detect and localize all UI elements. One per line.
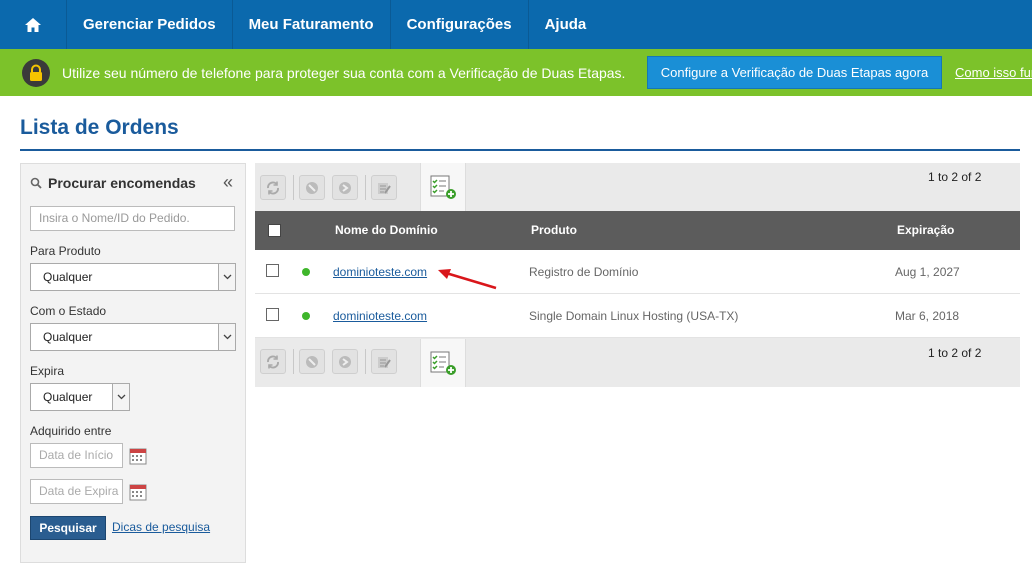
collapse-sidebar-icon[interactable]: «	[223, 172, 233, 193]
orders-panel: 1 to 2 of 2 Nome do Domínio Produto Expi…	[255, 163, 1020, 387]
expires-filter-label: Expira	[30, 364, 65, 378]
suspend-icon[interactable]	[299, 349, 325, 374]
page-title: Lista de Ordens	[20, 116, 179, 139]
nav-configuracoes[interactable]: Configurações	[391, 0, 529, 49]
annotation-arrow-icon	[438, 269, 497, 290]
chevron-down-icon	[112, 384, 129, 410]
domain-link[interactable]: dominioteste.com	[333, 309, 427, 323]
chevron-down-icon	[218, 264, 235, 290]
chevron-down-icon	[218, 324, 235, 350]
domain-link[interactable]: dominioteste.com	[333, 265, 427, 279]
order-search-input[interactable]: Insira o Nome/ID do Pedido.	[30, 206, 235, 231]
state-filter-value: Qualquer	[43, 330, 93, 344]
product-filter-label: Para Produto	[30, 244, 101, 258]
banner-message: Utilize seu número de telefone para prot…	[62, 64, 626, 81]
product-filter-select[interactable]: Qualquer	[30, 263, 236, 291]
table-row: dominioteste.com Single Domain Linux Hos…	[255, 294, 1020, 338]
home-button[interactable]	[0, 0, 67, 49]
header-domain[interactable]: Nome do Domínio	[335, 223, 438, 237]
sidebar-title: Procurar encomendas	[48, 175, 196, 191]
row-checkbox[interactable]	[266, 264, 279, 277]
expires-filter-value: Qualquer	[43, 390, 93, 404]
nav-meu-faturamento[interactable]: Meu Faturamento	[233, 0, 391, 49]
results-count: 1 to 2 of 2	[928, 170, 982, 184]
header-product[interactable]: Produto	[531, 223, 577, 237]
search-tips-link[interactable]: Dicas de pesquisa	[112, 520, 210, 534]
state-filter-label: Com o Estado	[30, 304, 107, 318]
orders-toolbar-top: 1 to 2 of 2	[255, 163, 1020, 211]
status-active-icon	[302, 268, 310, 276]
select-all-checkbox[interactable]	[268, 224, 281, 237]
search-icon	[30, 177, 42, 189]
search-button[interactable]: Pesquisar	[30, 516, 106, 540]
acquired-between-label: Adquirido entre	[30, 424, 112, 438]
orders-toolbar-bottom: 1 to 2 of 2	[255, 339, 1020, 387]
row-checkbox[interactable]	[266, 308, 279, 321]
how-it-works-link[interactable]: Como isso fun	[955, 65, 1032, 80]
sidebar-header: Procurar encomendas	[30, 175, 196, 191]
add-order-button[interactable]	[420, 339, 466, 387]
search-sidebar: Procurar encomendas « Insira o Nome/ID d…	[20, 163, 246, 563]
expiration-cell: Mar 6, 2018	[895, 309, 960, 323]
end-date-input[interactable]: Data de Expira	[30, 479, 123, 504]
renew-icon[interactable]	[332, 175, 358, 200]
start-date-input[interactable]: Data de Início	[30, 443, 123, 468]
refresh-icon[interactable]	[260, 349, 286, 374]
lock-icon	[22, 58, 50, 87]
table-header: Nome do Domínio Produto Expiração	[255, 211, 1020, 250]
table-row: dominioteste.com Registro de Domínio Aug…	[255, 250, 1020, 294]
renew-icon[interactable]	[332, 349, 358, 374]
home-icon	[25, 17, 41, 32]
header-expiration[interactable]: Expiração	[897, 223, 954, 237]
refresh-icon[interactable]	[260, 175, 286, 200]
suspend-icon[interactable]	[299, 175, 325, 200]
edit-icon[interactable]	[371, 175, 397, 200]
status-active-icon	[302, 312, 310, 320]
title-divider	[20, 149, 1020, 151]
two-step-banner: Utilize seu número de telefone para prot…	[0, 49, 1032, 96]
product-cell: Single Domain Linux Hosting (USA-TX)	[529, 309, 739, 323]
product-cell: Registro de Domínio	[529, 265, 639, 279]
configure-two-step-button[interactable]: Configure a Verificação de Duas Etapas a…	[647, 56, 942, 89]
add-order-icon	[430, 351, 456, 375]
nav-gerenciar-pedidos[interactable]: Gerenciar Pedidos	[67, 0, 233, 49]
top-nav: Gerenciar Pedidos Meu Faturamento Config…	[0, 0, 1032, 49]
add-order-button[interactable]	[420, 163, 466, 211]
calendar-icon[interactable]	[129, 447, 147, 465]
add-order-icon	[430, 175, 456, 199]
product-filter-value: Qualquer	[43, 270, 93, 284]
results-count: 1 to 2 of 2	[928, 346, 982, 360]
nav-ajuda[interactable]: Ajuda	[529, 0, 603, 49]
edit-icon[interactable]	[371, 349, 397, 374]
state-filter-select[interactable]: Qualquer	[30, 323, 236, 351]
expiration-cell: Aug 1, 2027	[895, 265, 960, 279]
expires-filter-select[interactable]: Qualquer	[30, 383, 130, 411]
calendar-icon[interactable]	[129, 483, 147, 501]
